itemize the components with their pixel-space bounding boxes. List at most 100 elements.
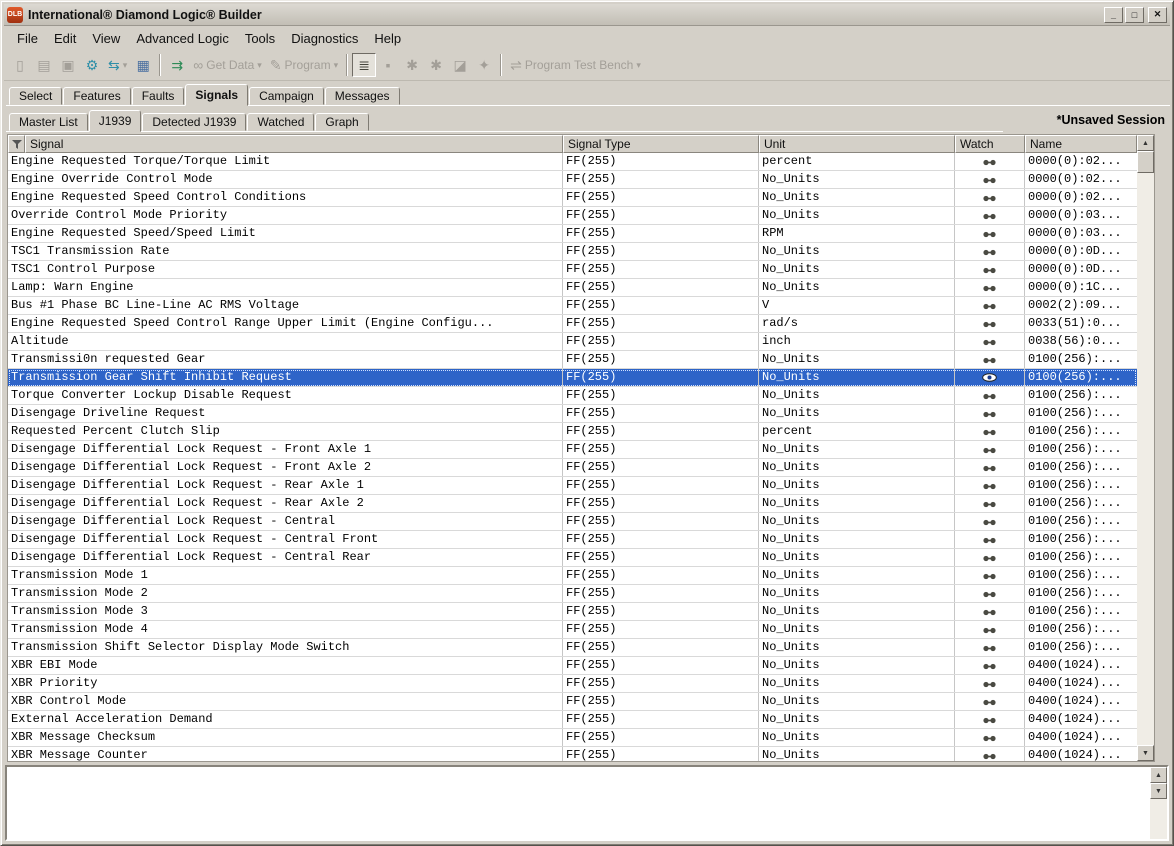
debug-button-1[interactable]: ✱ — [400, 53, 424, 77]
detail-panel-scrollbar[interactable]: ▲ ▼ — [1150, 767, 1167, 839]
tab-select[interactable]: Select — [9, 87, 62, 105]
key-button[interactable]: ✦ — [472, 53, 496, 77]
table-row[interactable]: TSC1 Control Purpose FF(255) No_Units 00… — [8, 261, 1137, 279]
tab-j1939[interactable]: J1939 — [89, 110, 142, 132]
table-row[interactable]: Disengage Differential Lock Request - Ce… — [8, 513, 1137, 531]
erase-button[interactable]: ◪ — [448, 53, 472, 77]
cell-watch[interactable] — [955, 495, 1025, 512]
save-button[interactable]: ▤ — [32, 53, 56, 77]
cell-watch[interactable] — [955, 747, 1025, 761]
table-row[interactable]: Requested Percent Clutch Slip FF(255) pe… — [8, 423, 1137, 441]
table-row[interactable]: Bus #1 Phase BC Line-Line AC RMS Voltage… — [8, 297, 1137, 315]
menu-diagnostics[interactable]: Diagnostics — [283, 29, 366, 48]
get-data-button[interactable]: ∞ Get Data ▾ — [189, 53, 266, 77]
tab-watched[interactable]: Watched — [247, 113, 314, 131]
filter-button[interactable] — [8, 135, 25, 153]
table-row[interactable]: Transmission Shift Selector Display Mode… — [8, 639, 1137, 657]
cell-watch[interactable] — [955, 729, 1025, 746]
scroll-up-button[interactable]: ▲ — [1137, 135, 1154, 151]
cell-watch[interactable] — [955, 207, 1025, 224]
cell-watch[interactable] — [955, 585, 1025, 602]
cell-watch[interactable] — [955, 153, 1025, 170]
cell-watch[interactable] — [955, 171, 1025, 188]
maximize-button[interactable]: □ — [1125, 7, 1144, 23]
cell-watch[interactable] — [955, 459, 1025, 476]
cell-watch[interactable] — [955, 315, 1025, 332]
cell-watch[interactable] — [955, 423, 1025, 440]
cell-watch[interactable] — [955, 693, 1025, 710]
menu-tools[interactable]: Tools — [237, 29, 283, 48]
cell-watch[interactable] — [955, 675, 1025, 692]
cell-watch[interactable] — [955, 405, 1025, 422]
cell-watch[interactable] — [955, 711, 1025, 728]
sync-button[interactable]: ⇆▾ — [104, 53, 131, 77]
cell-watch[interactable] — [955, 621, 1025, 638]
cell-watch[interactable] — [955, 297, 1025, 314]
table-row[interactable]: Engine Override Control Mode FF(255) No_… — [8, 171, 1137, 189]
logic-wizard-button[interactable]: ⚙ — [80, 53, 104, 77]
table-row[interactable]: Disengage Differential Lock Request - Ce… — [8, 549, 1137, 567]
menu-view[interactable]: View — [84, 29, 128, 48]
new-button[interactable]: ▯ — [8, 53, 32, 77]
cell-watch[interactable] — [955, 369, 1025, 386]
table-row[interactable]: Transmission Gear Shift Inhibit Request … — [8, 369, 1137, 387]
column-header-signal[interactable]: Signal — [25, 135, 563, 153]
cell-watch[interactable] — [955, 279, 1025, 296]
menu-advanced-logic[interactable]: Advanced Logic — [128, 29, 237, 48]
print-button[interactable]: ▦ — [131, 53, 155, 77]
cell-watch[interactable] — [955, 639, 1025, 656]
table-row[interactable]: Transmission Mode 4 FF(255) No_Units 010… — [8, 621, 1137, 639]
tab-campaign[interactable]: Campaign — [249, 87, 324, 105]
table-row[interactable]: Disengage Differential Lock Request - Re… — [8, 477, 1137, 495]
table-row[interactable]: XBR Message Counter FF(255) No_Units 040… — [8, 747, 1137, 761]
column-header-signal-type[interactable]: Signal Type — [563, 135, 759, 153]
table-row[interactable]: Disengage Differential Lock Request - Ce… — [8, 531, 1137, 549]
scroll-down-button[interactable]: ▼ — [1137, 745, 1154, 761]
table-scrollbar[interactable]: ▲ ▼ — [1137, 135, 1154, 761]
cell-watch[interactable] — [955, 261, 1025, 278]
cell-watch[interactable] — [955, 531, 1025, 548]
cell-watch[interactable] — [955, 351, 1025, 368]
table-row[interactable]: XBR Control Mode FF(255) No_Units 0400(1… — [8, 693, 1137, 711]
cell-watch[interactable] — [955, 225, 1025, 242]
table-row[interactable]: Disengage Driveline Request FF(255) No_U… — [8, 405, 1137, 423]
table-row[interactable]: Override Control Mode Priority FF(255) N… — [8, 207, 1137, 225]
tab-features[interactable]: Features — [63, 87, 130, 105]
column-header-watch[interactable]: Watch — [955, 135, 1025, 153]
tab-faults[interactable]: Faults — [132, 87, 185, 105]
cell-watch[interactable] — [955, 387, 1025, 404]
cell-watch[interactable] — [955, 189, 1025, 206]
tab-graph[interactable]: Graph — [315, 113, 368, 131]
column-header-unit[interactable]: Unit — [759, 135, 955, 153]
title-bar[interactable]: DLB International® Diamond Logic® Builde… — [4, 4, 1170, 26]
table-row[interactable]: XBR Priority FF(255) No_Units 0400(1024)… — [8, 675, 1137, 693]
debug-button-2[interactable]: ✱ — [424, 53, 448, 77]
cell-watch[interactable] — [955, 477, 1025, 494]
column-header-name[interactable]: Name — [1025, 135, 1137, 153]
table-row[interactable]: Disengage Differential Lock Request - Re… — [8, 495, 1137, 513]
cell-watch[interactable] — [955, 441, 1025, 458]
table-row[interactable]: XBR EBI Mode FF(255) No_Units 0400(1024)… — [8, 657, 1137, 675]
table-row[interactable]: Lamp: Warn Engine FF(255) No_Units 0000(… — [8, 279, 1137, 297]
table-row[interactable]: Transmission Mode 3 FF(255) No_Units 010… — [8, 603, 1137, 621]
cell-watch[interactable] — [955, 513, 1025, 530]
document-view-button[interactable]: ≣ — [352, 53, 376, 77]
minimize-button[interactable]: _ — [1104, 7, 1123, 23]
table-row[interactable]: TSC1 Transmission Rate FF(255) No_Units … — [8, 243, 1137, 261]
table-row[interactable]: Transmissi0n requested Gear FF(255) No_U… — [8, 351, 1137, 369]
connect-button[interactable]: ⇉ — [165, 53, 189, 77]
tab-detected-j1939[interactable]: Detected J1939 — [142, 113, 246, 131]
table-row[interactable]: External Acceleration Demand FF(255) No_… — [8, 711, 1137, 729]
table-row[interactable]: Disengage Differential Lock Request - Fr… — [8, 441, 1137, 459]
table-row[interactable]: Engine Requested Speed/Speed Limit FF(25… — [8, 225, 1137, 243]
scroll-down-button[interactable]: ▼ — [1150, 783, 1167, 799]
program-test-bench-button[interactable]: ⇌ Program Test Bench ▾ — [506, 53, 645, 77]
tab-master-list[interactable]: Master List — [9, 113, 88, 131]
close-button[interactable]: ✕ — [1148, 7, 1167, 23]
table-row[interactable]: Engine Requested Speed Control Range Upp… — [8, 315, 1137, 333]
tab-messages[interactable]: Messages — [325, 87, 400, 105]
menu-help[interactable]: Help — [366, 29, 409, 48]
memory-button[interactable]: ▪ — [376, 53, 400, 77]
table-row[interactable]: Transmission Mode 1 FF(255) No_Units 010… — [8, 567, 1137, 585]
menu-file[interactable]: File — [9, 29, 46, 48]
